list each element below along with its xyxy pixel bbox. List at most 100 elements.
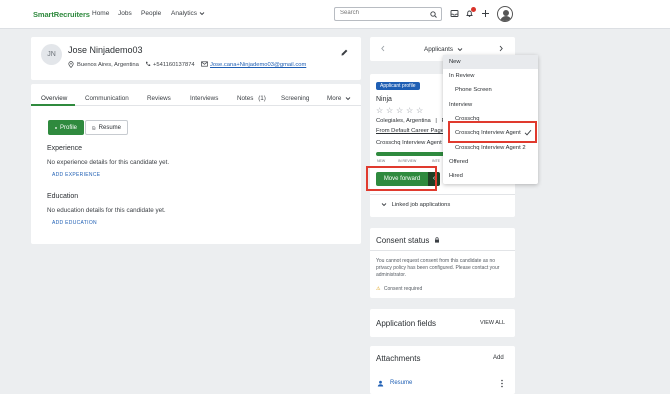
tab-more-label: More (327, 95, 342, 102)
nav-people[interactable]: People (141, 10, 161, 17)
nav-analytics-label: Analytics (171, 10, 198, 17)
resume-toggle-label: Resume (98, 124, 121, 131)
star-4-icon[interactable]: ☆ (406, 106, 413, 115)
current-stage: Crosschq Interview Agent (376, 140, 442, 146)
chevron-down-icon (381, 203, 387, 207)
progress-label-new: NEW (377, 159, 386, 163)
lock-icon (434, 237, 439, 243)
job-location-text: Colegiales, Argentina (376, 118, 431, 124)
profile-card-icon (55, 126, 57, 129)
star-2-icon[interactable]: ☆ (386, 106, 393, 115)
chevron-down-icon (199, 11, 205, 15)
experience-heading: Experience (47, 145, 83, 152)
stage-option-interview[interactable]: Interview (443, 98, 538, 112)
tab-interviews[interactable]: Interviews (190, 95, 218, 102)
stage-option-phone-screen[interactable]: Phone Screen (443, 83, 538, 97)
more-vertical-icon[interactable] (500, 379, 504, 388)
applicants-dropdown[interactable]: Applicants (424, 46, 463, 53)
consent-status-title: Consent status (376, 236, 430, 245)
job-title[interactable]: Ninja (376, 96, 392, 103)
tab-active-indicator (31, 104, 75, 106)
consent-required-text: Consent required (383, 286, 423, 292)
chevron-right-icon[interactable] (498, 45, 504, 52)
application-fields-heading: Application fields (376, 319, 437, 328)
stage-option-in-review[interactable]: In Review (443, 69, 538, 83)
progress-label-in-review: IN REVIEW (398, 159, 417, 163)
star-5-icon[interactable]: ☆ (416, 106, 423, 115)
application-source-text: From Default Career Page (376, 128, 444, 134)
linked-applications-toggle[interactable]: Linked job applications (381, 202, 450, 208)
consent-required-notice: ⚠ Consent required (376, 286, 422, 292)
add-experience-link[interactable]: ADD EXPERIENCE (52, 172, 100, 178)
applicants-label: Applicants (424, 46, 454, 53)
resume-attachment-link[interactable]: Resume (390, 380, 412, 386)
candidate-avatar: JN (41, 44, 62, 65)
tab-notes-count: (1) (258, 95, 266, 102)
linked-applications-label: Linked job applications (391, 202, 451, 209)
mail-icon (201, 61, 208, 67)
consent-divider (370, 250, 515, 251)
tab-communication[interactable]: Communication (85, 95, 129, 102)
stage-option-hired[interactable]: Hired (443, 169, 538, 183)
search-input[interactable] (340, 10, 428, 16)
star-1-icon[interactable]: ☆ (376, 106, 383, 115)
tab-more[interactable]: More (327, 95, 351, 102)
consent-status-heading: Consent status (376, 236, 440, 245)
candidate-header-card (31, 37, 361, 80)
education-empty-text: No education details for this candidate … (47, 207, 166, 214)
consent-explanation: You cannot request consent from this can… (376, 258, 500, 278)
stage-dropdown-menu: New In Review Phone Screen Interview Cro… (443, 55, 538, 184)
candidate-email-link[interactable]: Jose.cana+Ninjademo03@gmail.com (210, 62, 306, 68)
chevron-down-icon (457, 48, 463, 51)
global-search[interactable] (334, 7, 442, 21)
selected-stage-highlight (448, 121, 537, 143)
document-icon (92, 125, 96, 130)
education-heading: Education (47, 193, 79, 200)
add-education-link[interactable]: ADD EDUCATION (52, 220, 97, 226)
plus-icon[interactable] (481, 9, 490, 18)
phone-icon (145, 61, 151, 67)
star-3-icon[interactable]: ☆ (396, 106, 403, 115)
candidate-location: Buenos Aires, Argentina (77, 62, 139, 68)
tab-reviews[interactable]: Reviews (147, 95, 171, 102)
user-file-icon (377, 380, 384, 387)
add-attachment-button[interactable]: Add (493, 355, 504, 361)
hiring-progress-fill (376, 152, 446, 156)
inbox-icon[interactable] (450, 9, 459, 18)
edit-pencil-icon[interactable] (340, 48, 349, 57)
experience-empty-text: No experience details for this candidate… (47, 159, 170, 166)
stage-option-crosschq-interview-agent-2[interactable]: Crosschq Interview Agent 2 (443, 141, 538, 155)
view-all-fields-link[interactable]: VIEW ALL (480, 320, 505, 326)
candidate-email[interactable]: Jose.cana+Ninjademo03@gmail.com (210, 62, 306, 68)
tabs-divider (31, 105, 361, 106)
nav-jobs[interactable]: Jobs (118, 10, 132, 17)
location-pin-icon (68, 61, 74, 68)
tab-notes[interactable]: Notes (1) (237, 95, 266, 102)
warning-icon: ⚠ (376, 286, 381, 292)
smartrecruiters-logo[interactable]: SmartRecruiters (33, 10, 90, 19)
tab-overview[interactable]: Overview (41, 95, 67, 102)
user-avatar[interactable] (497, 6, 513, 22)
application-source[interactable]: From Default Career Page 1 (376, 128, 452, 134)
nav-home[interactable]: Home (92, 10, 109, 17)
hiring-progress-bar (376, 152, 446, 156)
tab-notes-label: Notes (237, 95, 254, 102)
stage-option-offered[interactable]: Offered (443, 155, 538, 169)
search-icon[interactable] (430, 11, 437, 18)
job-location-separator: | (435, 118, 437, 124)
attachments-heading: Attachments (376, 354, 421, 363)
candidate-phone: +541160137874 (153, 62, 195, 68)
profile-toggle-label: Profile (59, 124, 77, 131)
profile-toggle-button[interactable]: Profile (48, 120, 84, 135)
chevron-left-icon[interactable] (380, 45, 386, 52)
notification-badge (471, 7, 476, 12)
job-location: Colegiales, Argentina | R (376, 118, 446, 124)
applicant-profile-badge: Applicant profile (376, 82, 420, 90)
card-divider (370, 194, 515, 195)
chevron-down-icon (345, 97, 351, 100)
tab-screening[interactable]: Screening (281, 95, 309, 102)
nav-analytics[interactable]: Analytics (171, 10, 205, 17)
stage-option-new[interactable]: New (443, 55, 538, 69)
candidate-name: Jose Ninjademo03 (68, 45, 143, 55)
resume-toggle-button[interactable]: Resume (85, 120, 128, 135)
